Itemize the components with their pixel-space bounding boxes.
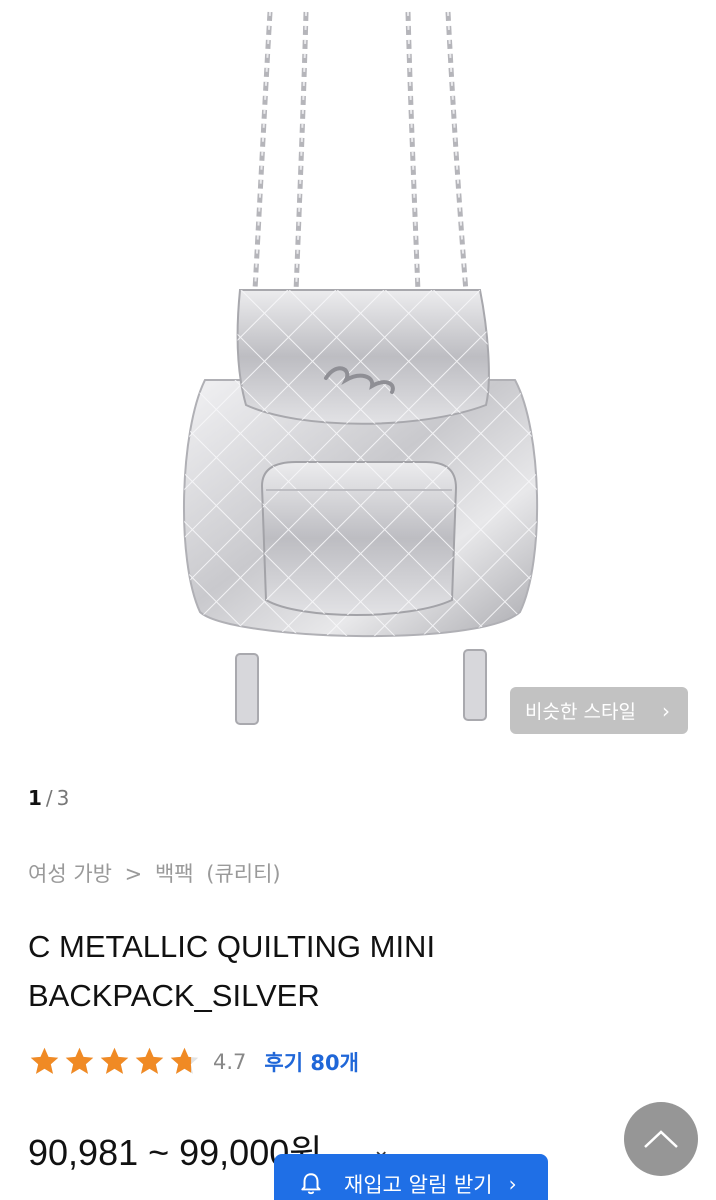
pager-total: 3 — [56, 786, 70, 810]
breadcrumb: 여성 가방 > 백팩 (큐리티) — [28, 858, 287, 888]
rating-stars — [28, 1045, 201, 1078]
breadcrumb-subcategory[interactable]: 백팩 — [155, 862, 194, 886]
rating-score: 4.7 — [213, 1049, 247, 1074]
breadcrumb-brand[interactable]: (큐리티) — [206, 862, 280, 886]
star-icon — [135, 1047, 164, 1074]
breadcrumb-category[interactable]: 여성 가방 — [28, 862, 112, 886]
restock-alert-label: 재입고 알림 받기 — [344, 1173, 493, 1197]
backpack-illustration — [182, 11, 539, 725]
star-icon — [100, 1047, 129, 1074]
image-pager: 1/3 — [28, 786, 69, 810]
arrow-up-icon — [644, 1130, 678, 1148]
rating-row: 4.7 후기 80개 — [28, 1045, 359, 1078]
similar-style-button[interactable]: 비슷한 스타일 › — [510, 687, 688, 734]
restock-alert-button[interactable]: 재입고 알림 받기 › — [274, 1154, 548, 1200]
chevron-right-icon: › — [662, 698, 670, 723]
pager-separator: / — [45, 786, 53, 810]
star-icon — [65, 1047, 94, 1074]
product-image[interactable] — [0, 0, 716, 760]
scroll-top-button[interactable] — [624, 1102, 698, 1176]
similar-style-label: 비슷한 스타일 — [525, 701, 636, 723]
pager-current: 1 — [28, 786, 42, 810]
star-icon — [170, 1047, 199, 1074]
product-title: C METALLIC QUILTING MINI BACKPACK_SILVER — [28, 929, 436, 1013]
reviews-link[interactable]: 후기 80개 — [264, 1047, 359, 1077]
chevron-right-icon: › — [508, 1172, 517, 1196]
breadcrumb-separator: > — [124, 862, 143, 886]
star-icon — [30, 1047, 59, 1074]
bell-icon — [301, 1173, 321, 1195]
